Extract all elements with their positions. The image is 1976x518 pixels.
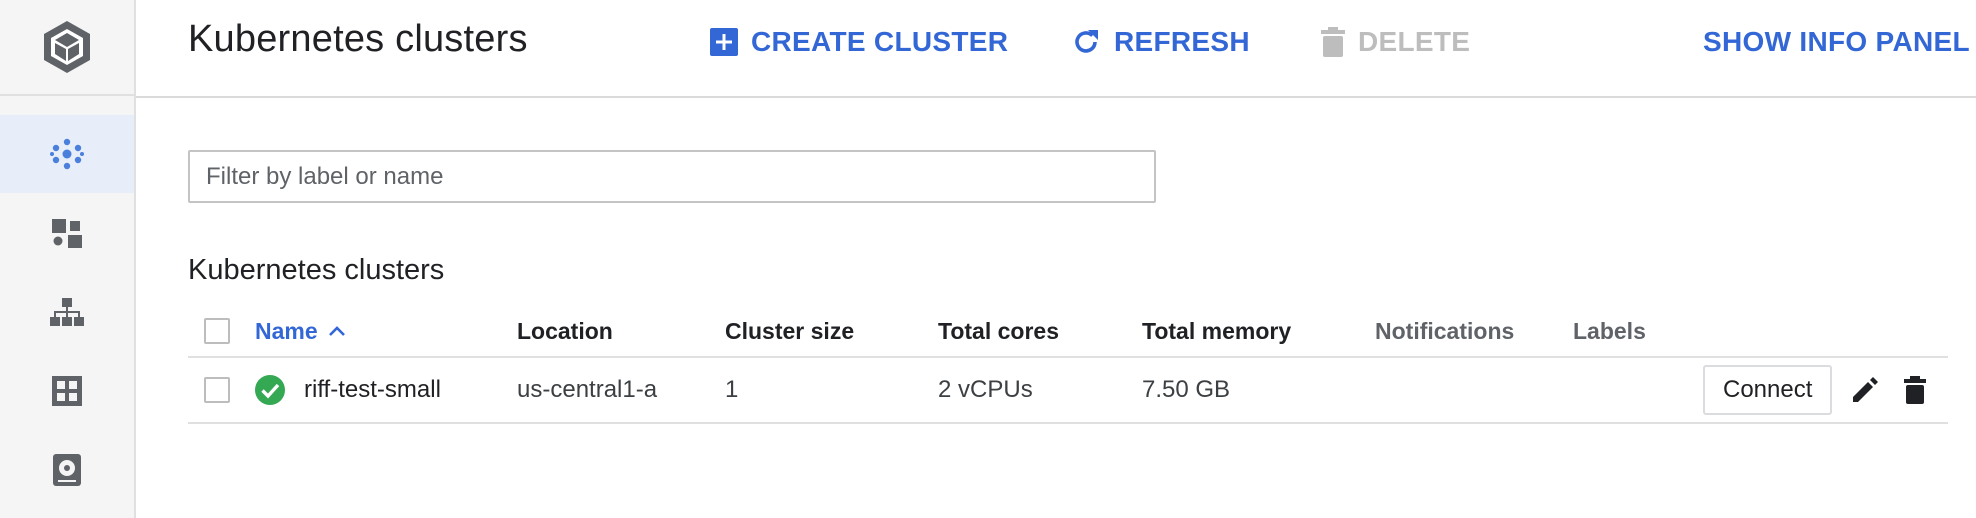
show-info-panel-button[interactable]: SHOW INFO PANEL — [1703, 22, 1970, 62]
create-cluster-button[interactable]: CREATE CLUSTER — [709, 22, 1008, 62]
table-header-row: Name Location Cluster size Total cores T… — [188, 306, 1948, 358]
edit-button[interactable] — [1848, 358, 1882, 422]
nav-item-applications[interactable] — [0, 352, 134, 430]
cluster-size: 1 — [725, 376, 739, 403]
app-root: Kubernetes clusters CREATE CLUSTER REFRE… — [0, 0, 1976, 518]
select-all-checkbox[interactable] — [204, 318, 230, 344]
page-title: Kubernetes clusters — [188, 18, 528, 60]
cluster-location: us-central1-a — [517, 376, 658, 403]
status-ok-icon — [255, 375, 285, 405]
row-checkbox[interactable] — [204, 377, 230, 403]
select-all-cell — [204, 306, 230, 356]
column-name-label: Name — [255, 317, 318, 344]
gke-logo-icon — [44, 21, 90, 73]
column-header-total-cores[interactable]: Total cores — [938, 306, 1059, 356]
clusters-table: Name Location Cluster size Total cores T… — [188, 306, 1948, 424]
add-box-icon — [710, 28, 738, 56]
left-nav-rail — [0, 0, 136, 518]
delete-row-button[interactable] — [1900, 358, 1930, 422]
create-cluster-label: CREATE CLUSTER — [751, 26, 1009, 57]
storage-icon — [53, 454, 81, 486]
applications-icon — [52, 376, 82, 406]
nav-item-storage[interactable] — [0, 431, 134, 509]
column-header-cluster-size[interactable]: Cluster size — [725, 306, 854, 356]
refresh-icon — [1075, 30, 1098, 53]
show-info-panel-label: SHOW INFO PANEL — [1703, 26, 1970, 57]
clusters-icon — [50, 138, 84, 170]
delete-label: DELETE — [1358, 26, 1471, 57]
filter-input[interactable] — [188, 150, 1156, 203]
row-select-cell — [204, 358, 230, 422]
column-header-name[interactable]: Name — [255, 306, 346, 356]
connect-button[interactable]: Connect — [1703, 365, 1833, 415]
nav-item-workloads[interactable] — [0, 194, 134, 272]
workloads-icon — [52, 219, 82, 248]
delete-button[interactable]: DELETE — [1320, 22, 1470, 62]
section-title: Kubernetes clusters — [188, 254, 445, 286]
page-header: Kubernetes clusters CREATE CLUSTER REFRE… — [136, 0, 1976, 98]
sort-ascending-icon — [328, 326, 345, 336]
gke-logo[interactable] — [0, 0, 134, 96]
trash-icon — [1321, 27, 1345, 57]
nav-item-services[interactable] — [0, 273, 134, 351]
cluster-total-memory: 7.50 GB — [1142, 376, 1231, 403]
column-header-labels: Labels — [1573, 317, 1646, 344]
table-row[interactable]: riff-test-small us-central1-a 1 2 vCPUs … — [188, 358, 1948, 424]
nav-item-clusters[interactable] — [0, 115, 134, 193]
status-cell — [254, 358, 286, 422]
column-header-notifications: Notifications — [1375, 317, 1515, 344]
column-header-location[interactable]: Location — [517, 306, 613, 356]
connect-cell: Connect — [1703, 358, 1833, 422]
edit-pencil-icon — [1853, 377, 1878, 402]
refresh-button[interactable]: REFRESH — [1070, 22, 1250, 62]
refresh-label: REFRESH — [1114, 26, 1250, 57]
trash-icon — [1904, 376, 1926, 404]
cluster-name-link[interactable]: riff-test-small — [304, 358, 441, 422]
services-icon — [50, 298, 84, 326]
column-header-total-memory[interactable]: Total memory — [1142, 306, 1291, 356]
cluster-total-cores: 2 vCPUs — [938, 376, 1033, 403]
